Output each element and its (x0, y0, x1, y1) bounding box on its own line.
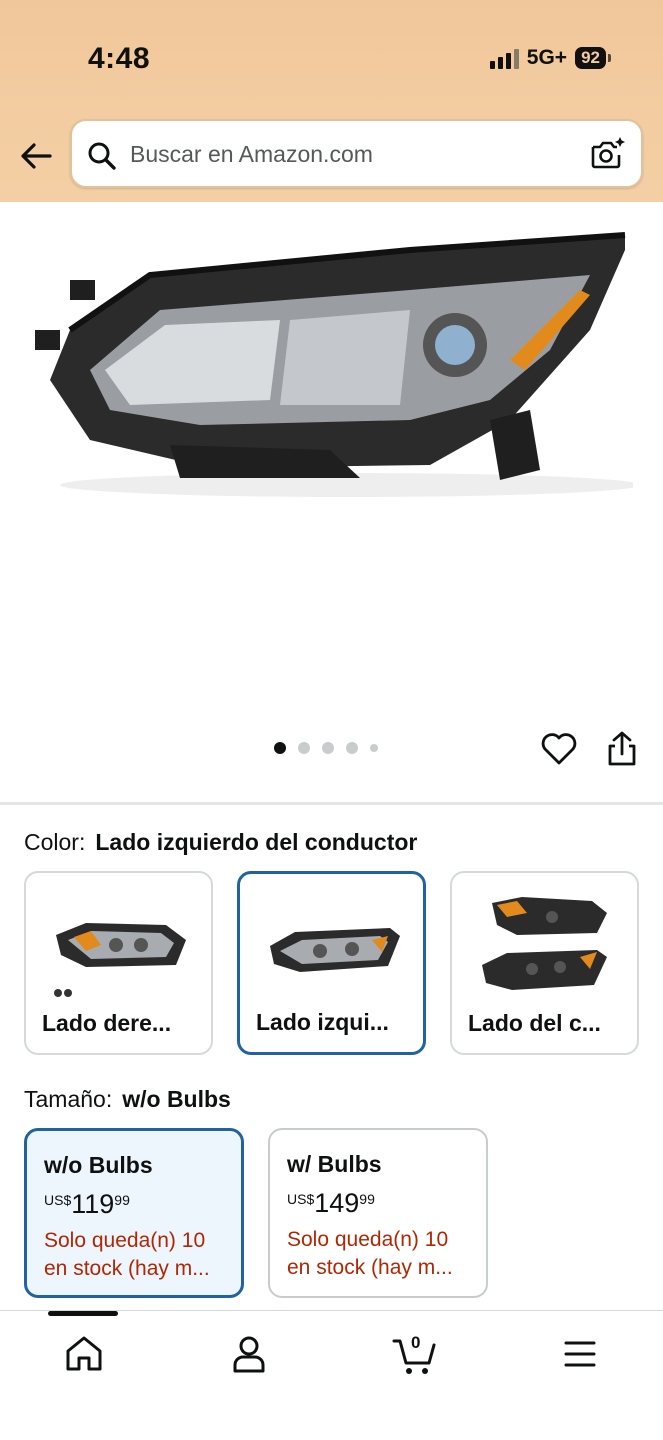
headlight-thumbnail (270, 928, 400, 972)
color-selection-label: Color: Lado izquierdo del conductor (24, 829, 418, 855)
camera-search-icon[interactable] (587, 134, 627, 174)
size-option-name: w/ Bulbs (287, 1151, 382, 1177)
home-icon[interactable] (61, 1331, 107, 1377)
size-option-with-bulbs[interactable]: w/ Bulbs US$ 149 99 Solo queda(n) 10 en st… (268, 1128, 488, 1298)
cart-count-badge: 0 (411, 1333, 421, 1352)
status-indicators: 5G+ 92 (489, 46, 611, 70)
color-option-left-side[interactable]: Lado izqui... (237, 871, 426, 1055)
size-selected-value: w/o Bulbs (122, 1086, 231, 1112)
pagination-dot[interactable] (322, 742, 334, 754)
pagination-dot[interactable] (298, 742, 310, 754)
size-option-without-bulbs[interactable]: w/o Bulbs US$ 119 99 Solo queda(n) 10 en s… (24, 1128, 244, 1298)
color-option-pair[interactable]: Lado del c... (450, 871, 639, 1055)
size-option-price: US$ 149 99 (287, 1188, 375, 1218)
pagination-dot[interactable] (370, 744, 378, 752)
battery-level: 92 (575, 47, 606, 69)
product-image[interactable] (30, 220, 633, 510)
network-type: 5G+ (526, 46, 568, 69)
color-option-label: Lado izqui... (256, 1009, 389, 1035)
color-option-label: Lado dere... (42, 1010, 172, 1036)
status-time: 4:48 (88, 42, 151, 75)
bottom-nav-bar: 0 (0, 1310, 663, 1440)
active-tab-indicator (48, 1311, 118, 1316)
color-option-label: Lado del c... (468, 1010, 601, 1036)
battery-icon: 92 (575, 47, 611, 69)
stock-status: Solo queda(n) 10 en stock (hay m... (44, 1229, 210, 1280)
menu-icon[interactable] (557, 1331, 603, 1377)
size-option-price: US$ 119 99 (44, 1189, 130, 1219)
size-selection-label: Tamaño: w/o Bulbs (24, 1086, 231, 1112)
account-icon[interactable] (226, 1331, 272, 1377)
signal-icon (489, 47, 519, 69)
search-input[interactable] (130, 135, 570, 173)
heart-icon[interactable] (540, 730, 578, 768)
stock-status: Solo queda(n) 10 en stock (hay m... (287, 1228, 453, 1279)
color-option-right-side[interactable]: Lado dere... (24, 871, 213, 1055)
headlight-thumbnail (482, 897, 607, 990)
color-selected-value: Lado izquierdo del conductor (95, 829, 418, 855)
back-arrow-icon[interactable] (16, 136, 56, 176)
cart-button[interactable]: 0 (391, 1331, 437, 1377)
pagination-dot[interactable] (346, 742, 358, 754)
size-option-name: w/o Bulbs (44, 1152, 153, 1178)
search-icon (88, 142, 116, 170)
section-divider (0, 802, 663, 805)
image-pagination[interactable] (274, 742, 378, 754)
app-header: 4:48 5G+ 92 (0, 0, 663, 202)
search-bar[interactable] (70, 119, 643, 188)
pagination-dot[interactable] (274, 742, 286, 754)
share-icon[interactable] (604, 730, 640, 768)
headlight-thumbnail (54, 923, 186, 997)
